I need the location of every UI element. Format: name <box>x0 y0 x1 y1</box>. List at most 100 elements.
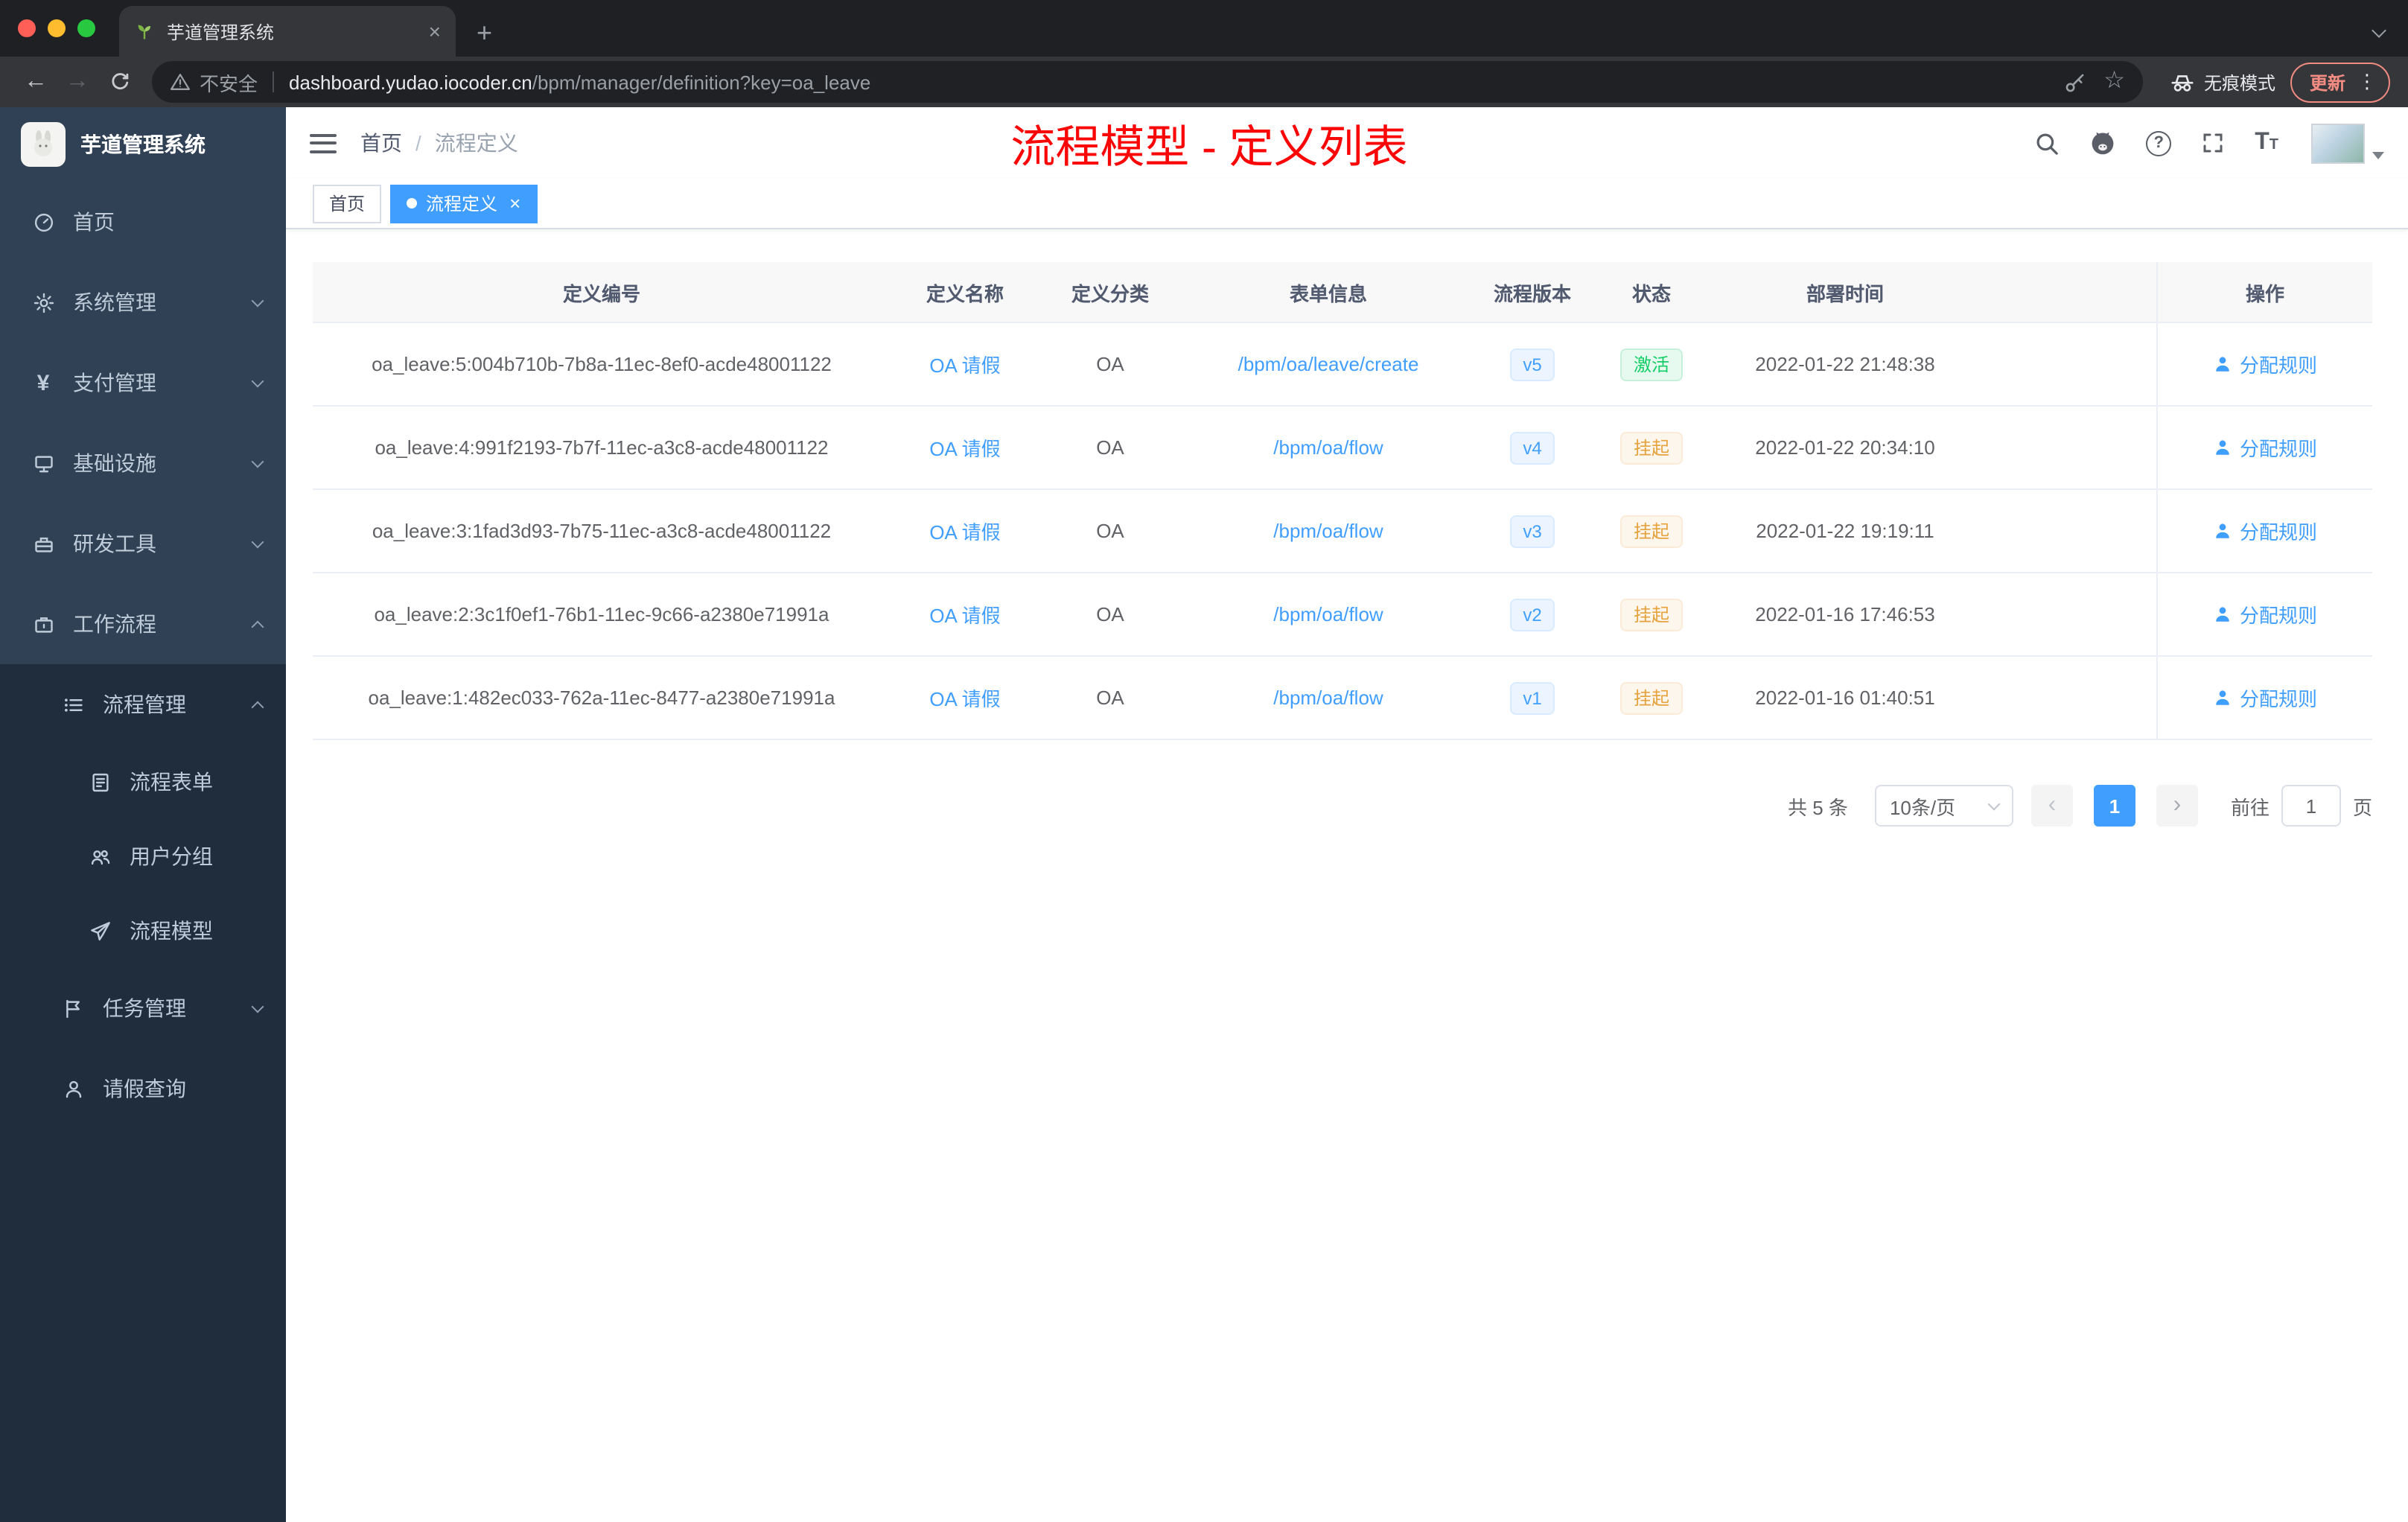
chevron-down-icon <box>1987 797 2001 810</box>
sidebar-item-workflow[interactable]: 工作流程 <box>0 584 286 664</box>
caret-down-icon <box>2372 151 2384 159</box>
browser-update-button[interactable]: 更新 ⋮ <box>2290 62 2390 102</box>
user-menu[interactable] <box>2311 123 2384 163</box>
app-title: 芋道管理系统 <box>80 133 206 156</box>
sidebar-item-label: 首页 <box>73 210 115 234</box>
goto-page-input[interactable] <box>2281 785 2341 827</box>
sidebar-item-process-form[interactable]: 流程表单 <box>0 745 286 819</box>
form-info-link[interactable]: /bpm/oa/flow <box>1273 603 1383 625</box>
tag-home[interactable]: 首页 <box>313 184 382 223</box>
page-button-1[interactable]: 1 <box>2093 785 2135 827</box>
definition-name-link[interactable]: OA 请假 <box>929 350 1000 378</box>
window-minimize-button[interactable] <box>48 19 66 37</box>
col-definition-name: 定义名称 <box>926 282 1004 305</box>
reload-button[interactable] <box>98 61 140 103</box>
cell-definition-id: oa_leave:1:482ec033-762a-11ec-8477-a2380… <box>368 687 835 709</box>
prev-page-button[interactable]: ‹ <box>2030 785 2073 827</box>
definition-table: 定义编号 定义名称 定义分类 表单信息 流程版本 状态 部署时间 操作 oa_l… <box>313 262 2372 740</box>
sidebar-item-label: 流程表单 <box>130 770 213 794</box>
breadcrumb-separator: / <box>415 131 421 155</box>
breadcrumb: 首页 / 流程定义 <box>360 128 518 158</box>
sidebar-item-process-management[interactable]: 流程管理 <box>0 664 286 745</box>
sidebar-item-label: 支付管理 <box>73 371 156 395</box>
cell-definition-id: oa_leave:3:1fad3d93-7b75-11ec-a3c8-acde4… <box>372 520 832 542</box>
sidebar-item-process-model[interactable]: 流程模型 <box>0 894 286 968</box>
version-badge: v2 <box>1509 598 1555 631</box>
definition-name-link[interactable]: OA 请假 <box>929 600 1000 628</box>
tag-close-icon[interactable]: × <box>509 192 520 214</box>
definition-name-link[interactable]: OA 请假 <box>929 684 1000 712</box>
help-icon[interactable]: ? <box>2146 130 2172 156</box>
page-unit-label: 页 <box>2352 796 2372 818</box>
form-info-link[interactable]: /bpm/oa/leave/create <box>1238 353 1419 375</box>
chevron-down-icon <box>251 999 264 1013</box>
sidebar-submenu: 流程管理 流程表单 用户分组 流程模型 任务管理 请假查询 <box>0 664 286 1129</box>
status-badge: 挂起 <box>1619 681 1683 714</box>
col-deploy-time: 部署时间 <box>1806 282 1884 305</box>
sidebar-item-label: 研发工具 <box>73 532 156 555</box>
tab-search-chevron-icon[interactable] <box>2372 23 2386 38</box>
forward-button[interactable]: → <box>57 61 98 103</box>
bookmark-star-icon[interactable]: ☆ <box>2103 69 2125 94</box>
address-bar[interactable]: 不安全 dashboard.yudao.iocoder.cn/bpm/manag… <box>152 61 2143 103</box>
breadcrumb-current: 流程定义 <box>434 131 518 155</box>
tags-view-bar: 首页 流程定义 × <box>286 179 2408 229</box>
sidebar-item-system[interactable]: 系统管理 <box>0 262 286 343</box>
page-size-select[interactable]: 10条/页 <box>1874 785 2013 827</box>
omnibox-divider <box>273 71 275 92</box>
sidebar-item-leave-query[interactable]: 请假查询 <box>0 1048 286 1129</box>
assign-rule-link[interactable]: 分配规则 <box>2213 350 2317 378</box>
tag-process-definition[interactable]: 流程定义 × <box>390 184 538 223</box>
sidebar-item-home[interactable]: 首页 <box>0 182 286 262</box>
next-page-button[interactable]: › <box>2156 785 2198 827</box>
definition-name-link[interactable]: OA 请假 <box>929 433 1000 462</box>
search-icon[interactable] <box>2034 130 2060 156</box>
browser-menu-icon[interactable]: ⋮ <box>2357 70 2377 94</box>
chevron-down-icon <box>251 293 264 307</box>
sidebar-item-label: 流程模型 <box>130 919 213 943</box>
table-row: oa_leave:4:991f2193-7b7f-11ec-a3c8-acde4… <box>313 407 2372 490</box>
assign-rule-link[interactable]: 分配规则 <box>2213 600 2317 628</box>
incognito-badge: 无痕模式 <box>2170 69 2275 95</box>
version-badge: v1 <box>1509 681 1555 714</box>
sidebar-item-infrastructure[interactable]: 基础设施 <box>0 423 286 503</box>
back-button[interactable]: ← <box>15 61 57 103</box>
app-logo-row[interactable]: 芋道管理系统 <box>0 107 286 182</box>
tab-close-icon[interactable]: × <box>429 19 441 43</box>
assign-rule-link[interactable]: 分配规则 <box>2213 517 2317 545</box>
form-info-link[interactable]: /bpm/oa/flow <box>1273 687 1383 709</box>
assign-rule-link[interactable]: 分配规则 <box>2213 433 2317 462</box>
sidebar-item-task-management[interactable]: 任务管理 <box>0 968 286 1048</box>
tab-title: 芋道管理系统 <box>167 22 275 42</box>
cell-category: OA <box>1096 687 1124 709</box>
assign-rule-link[interactable]: 分配规则 <box>2213 684 2317 712</box>
sidebar-item-devtools[interactable]: 研发工具 <box>0 503 286 584</box>
status-badge: 挂起 <box>1619 515 1683 547</box>
cell-deploy-time: 2022-01-22 20:34:10 <box>1755 436 1935 459</box>
new-tab-button[interactable]: + <box>477 19 492 46</box>
font-size-icon[interactable]: TT <box>2255 130 2278 155</box>
cell-category: OA <box>1096 603 1124 625</box>
chevron-down-icon <box>251 454 264 468</box>
password-key-icon[interactable] <box>2063 71 2086 93</box>
sidebar-item-payment[interactable]: ¥ 支付管理 <box>0 343 286 423</box>
table-row: oa_leave:2:3c1f0ef1-76b1-11ec-9c66-a2380… <box>313 573 2372 657</box>
navbar-actions: ? TT <box>2034 123 2384 163</box>
sidebar-toggle-icon[interactable] <box>310 133 337 153</box>
table-row: oa_leave:1:482ec033-762a-11ec-8477-a2380… <box>313 657 2372 740</box>
form-info-link[interactable]: /bpm/oa/flow <box>1273 436 1383 459</box>
window-zoom-button[interactable] <box>77 19 95 37</box>
breadcrumb-home[interactable]: 首页 <box>360 128 402 158</box>
github-icon[interactable] <box>2089 130 2116 156</box>
tab-favicon-icon <box>134 21 155 42</box>
browser-tab[interactable]: 芋道管理系统 × <box>119 6 456 57</box>
goto-label: 前往 <box>2230 796 2270 818</box>
definition-name-link[interactable]: OA 请假 <box>929 517 1000 545</box>
users-icon <box>86 845 113 867</box>
form-info-link[interactable]: /bpm/oa/flow <box>1273 520 1383 542</box>
fullscreen-icon[interactable] <box>2201 131 2225 155</box>
security-label: 不安全 <box>200 72 258 95</box>
sidebar-item-user-group[interactable]: 用户分组 <box>0 819 286 894</box>
yen-icon: ¥ <box>36 370 50 395</box>
window-close-button[interactable] <box>18 19 36 37</box>
